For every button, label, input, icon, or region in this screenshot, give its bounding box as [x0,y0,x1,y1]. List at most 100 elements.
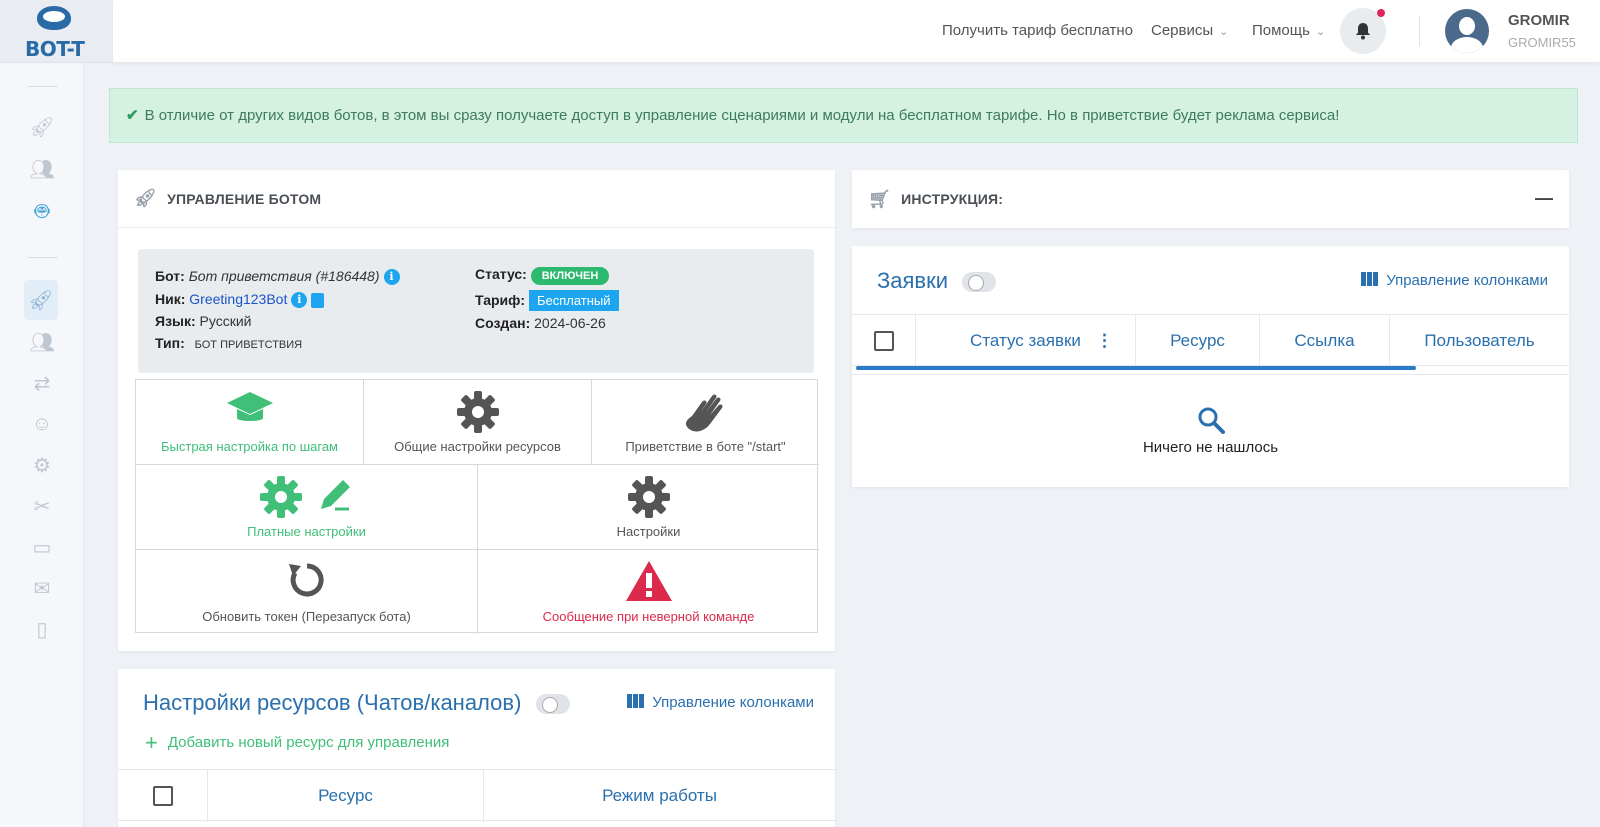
select-all-checkbox[interactable] [873,331,894,351]
empty-state-text: Ничего не нашлось [1142,439,1279,456]
bot-actions-grid: Быстрая настройка по шагам Общие настрой… [135,379,819,634]
mobile-icon[interactable]: ▯ [26,613,58,645]
services-label: Сервисы [1151,22,1214,39]
column-header-mode[interactable]: Режим работы [484,770,835,822]
welcome-start-tile[interactable]: Приветствие в боте "/start" [592,380,819,465]
created-value: 2024-06-26 [534,315,606,331]
logo-text: BOT-T [25,37,85,61]
paid-settings-label: Платные настройки [247,524,366,539]
help-label: Помощь [1252,22,1310,39]
type-label: Тип: [155,335,185,351]
instructions-title: ИНСТРУКЦИЯ: [901,191,1004,207]
bot-label: Бот: [155,268,185,284]
info-icon[interactable]: i [383,269,400,286]
wrong-command-tile[interactable]: Сообщение при неверной команде [478,550,819,634]
rocket-icon: 🚀︎ [134,188,158,208]
column-header-link[interactable]: Ссылка [1260,315,1390,367]
nick-label: Ник: [155,291,186,307]
rocket-icon[interactable]: 🚀︎ [26,111,58,143]
collapse-button[interactable]: — [1535,188,1553,209]
gear-icon[interactable]: ⚙ [26,449,58,481]
requests-table-header: Статус заявки ⋮ Ресурс Ссылка Пользовател… [852,314,1569,367]
add-resource-link[interactable]: + Добавить новый ресурс для управления [145,730,449,756]
bot-control-title: УПРАВЛЕНИЕ БОТОМ [167,190,322,207]
requests-title-text: Заявки [877,268,949,293]
columns-icon [627,694,645,708]
plan-badge: Бесплатный [528,290,619,311]
help-menu[interactable]: Помощь ⌄ [1252,22,1325,39]
type-value: БОТ ПРИВЕТСТВИЯ [188,337,309,353]
nick-link[interactable]: Greeting123Bot [189,291,287,307]
horizontal-scrollbar[interactable] [856,366,1416,370]
robot-icon[interactable]: 🤖︎ [26,195,58,227]
requests-card: Заявки Управление колонками Статус заявк… [852,246,1569,487]
resources-card: Настройки ресурсов (Чатов/каналов) Управ… [118,669,835,827]
sidebar-item-bot-rocket[interactable]: 🚀︎ [24,280,58,320]
add-resource-label: Добавить новый ресурс для управления [167,734,450,751]
card-icon[interactable]: ▭ [26,531,58,563]
refresh-token-tile[interactable]: Обновить токен (Перезапуск бота) [136,550,478,634]
created-label: Создан: [475,315,531,331]
resources-table-header: Ресурс Режим работы [118,769,835,822]
search-icon [1198,407,1225,434]
bot-control-header: 🚀︎ УПРАВЛЕНИЕ БОТОМ [118,170,835,228]
select-all-checkbox[interactable] [152,786,173,806]
users-icon[interactable]: 👥︎ [26,326,58,358]
avatar[interactable] [1445,9,1489,53]
info-icon[interactable]: i [291,292,308,309]
tools-icon[interactable]: ✂ [26,490,58,522]
requests-columns-manager[interactable]: Управление колонками [1361,272,1548,289]
user-login: GROMIR55 [1508,35,1576,50]
column-header-resource[interactable]: Ресурс [208,770,484,822]
services-menu[interactable]: Сервисы ⌄ [1151,22,1228,39]
logo[interactable]: BOT-T [0,0,113,63]
resource-settings-tile[interactable]: Общие настройки ресурсов [364,380,592,465]
free-plan-link[interactable]: Получить тариф бесплатно [942,22,1133,39]
nick-row: Ник: Greeting123Bot i [155,291,325,309]
empty-state: Ничего не нашлось [852,406,1569,456]
column-header-user[interactable]: Пользователь [1390,315,1569,367]
mail-icon[interactable]: ✉ [26,572,58,604]
paid-settings-tile[interactable]: Платные настройки [136,465,478,550]
column-header-resource[interactable]: Ресурс [1136,315,1260,367]
settings-label: Настройки [616,524,681,539]
wave-hand-icon [592,390,819,438]
cart-icon: 🛒︎ [868,188,892,209]
copy-icon[interactable] [311,292,325,308]
resources-columns-manager[interactable]: Управление колонками [627,694,814,711]
status-label: Статус: [475,266,527,282]
user-name[interactable]: GROMIR [1508,12,1570,29]
bot-row: Бот: Бот приветствия (#186448) i [155,268,400,286]
quick-setup-tile[interactable]: Быстрая настройка по шагам [136,380,364,465]
transfer-icon[interactable]: ⇄ [26,367,58,399]
refresh-icon [136,560,477,600]
welcome-start-label: Приветствие в боте "/start" [625,439,786,454]
users-icon[interactable]: 👥︎ [26,153,58,185]
plan-row: Тариф: Бесплатный [475,290,619,311]
instructions-card[interactable]: 🛒︎ ИНСТРУКЦИЯ: — [852,170,1569,228]
settings-tile[interactable]: Настройки [478,465,819,550]
created-row: Создан: 2024-06-26 [475,315,606,331]
requests-view-toggle[interactable] [962,272,997,293]
chevron-down-icon: ⌄ [1315,26,1326,38]
sidebar-divider [28,86,58,87]
sidebar: 🚀︎ 👥︎ 🤖︎ 🚀︎ 👥︎ ⇄ ☺ ⚙ ✂ ▭ ✉ ▯ [0,0,84,827]
check-icon: ✔ [126,107,139,124]
quick-setup-label: Быстрая настройка по шагам [160,439,338,454]
column-menu-icon[interactable]: ⋮ [1096,331,1113,351]
resources-title-text: Настройки ресурсов (Чатов/каналов) [143,690,522,715]
requests-title: Заявки [877,268,997,294]
wrong-command-label: Сообщение при неверной команде [542,609,755,624]
resources-view-toggle[interactable] [535,694,570,715]
plus-icon: + [145,730,158,755]
gear-pencil-icon [136,475,477,519]
refresh-token-label: Обновить токен (Перезапуск бота) [202,609,411,624]
smile-icon[interactable]: ☺ [26,408,58,440]
bot-value: Бот приветствия (#186448) [188,268,380,284]
column-header-status[interactable]: Статус заявки ⋮ [916,315,1136,367]
instructions-header: 🛒︎ ИНСТРУКЦИЯ: [852,170,1569,228]
columns-manager-label: Управление колонками [1386,272,1548,289]
table-divider [852,374,1569,375]
graduation-cap-icon [136,390,363,430]
columns-manager-label: Управление колонками [652,694,814,711]
